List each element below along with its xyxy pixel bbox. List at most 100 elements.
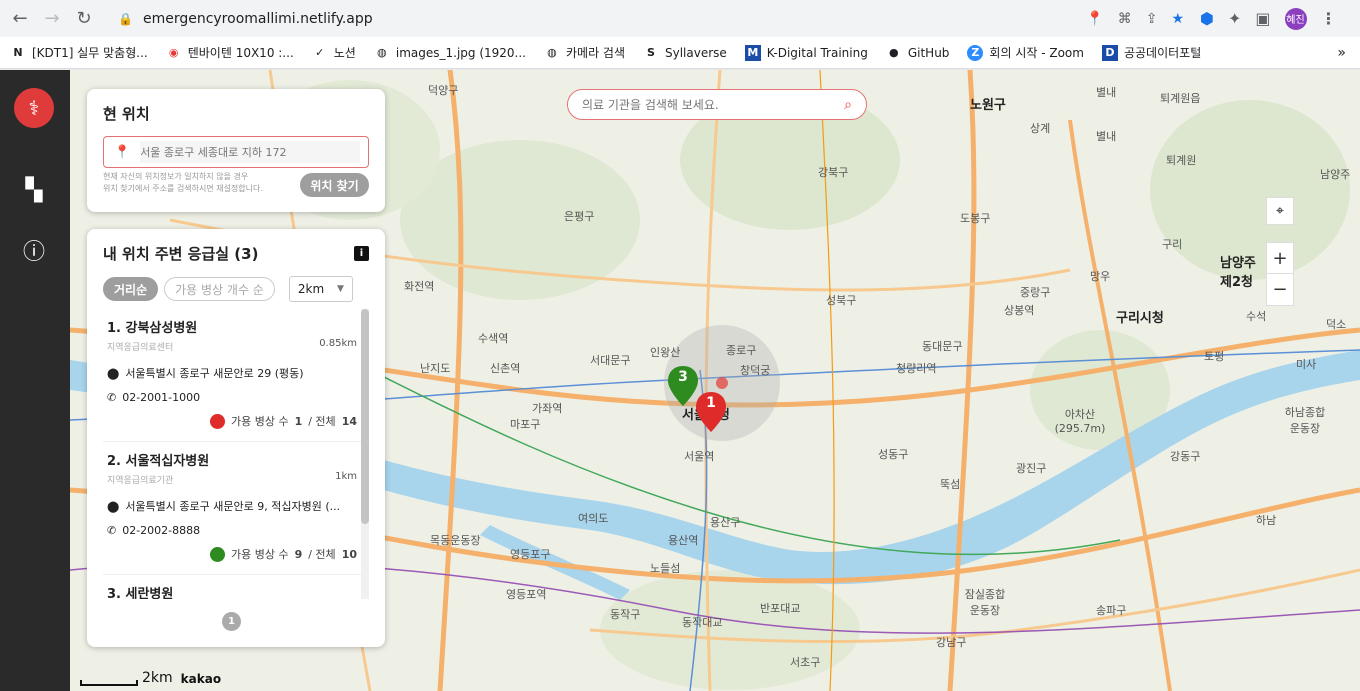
location-pin-icon[interactable]: 📍: [1086, 11, 1103, 27]
map-scale: 2km kakao: [80, 670, 221, 686]
address-bar[interactable]: 🔒 emergencyroomallimi.netlify.app 📍 ⌘ ⇪ …: [104, 4, 1192, 33]
profile-avatar[interactable]: 혜진: [1284, 7, 1307, 30]
er-type: 지역응급의료기관: [107, 476, 174, 486]
map-label: 서울역: [684, 450, 715, 463]
er-address-row: ⬤ 서울특별시 종로구 새문안로 29 (평동): [107, 366, 304, 381]
zoom-in-button[interactable]: +: [1267, 243, 1293, 274]
er-list-item[interactable]: 3. 세란병원: [103, 575, 361, 599]
reload-icon[interactable]: ↻: [70, 4, 98, 32]
map-label: 덕소: [1326, 318, 1347, 331]
hospital-search-box[interactable]: ⌕: [567, 89, 867, 120]
er-name: 2. 서울적십자병원: [107, 454, 210, 469]
map-label: 동대문구: [922, 340, 963, 353]
map-label: 하남: [1256, 514, 1277, 527]
zoom-out-button[interactable]: −: [1267, 274, 1293, 305]
map-label: 별내: [1096, 86, 1117, 99]
phone-icon: ✆: [107, 391, 117, 404]
hospital-search-input[interactable]: [582, 97, 845, 112]
back-icon[interactable]: ←: [6, 4, 34, 32]
er-list-item[interactable]: 1. 강북삼성병원 지역응급의료센터 0.85km ⬤ 서울특별시 종로구 새문안…: [103, 309, 361, 442]
map-label: 난지도: [420, 362, 451, 375]
zoom-control: + −: [1266, 242, 1294, 306]
map-pin-icon: ⬤: [107, 366, 120, 380]
sort-beds-button[interactable]: 가용 병상 개수 순: [164, 277, 275, 301]
more-bookmarks-icon[interactable]: »: [1337, 45, 1346, 61]
bookmark-item[interactable]: ◍ images_1.jpg (1920...: [374, 45, 526, 61]
info-circle-icon[interactable]: ⓘ: [20, 236, 48, 265]
kdt-icon: M: [744, 44, 761, 61]
er-phone-row: ✆ 02-2001-1000: [107, 391, 201, 404]
page-indicator[interactable]: 1: [222, 612, 241, 631]
map-label: 퇴계원읍: [1160, 92, 1201, 105]
map-pin-icon: ⬤: [107, 499, 120, 513]
marker-label: 3: [678, 369, 688, 385]
map-label: 인왕산: [650, 346, 681, 359]
map-label: 서대문구: [590, 354, 631, 367]
translate-icon[interactable]: ⌘: [1118, 11, 1132, 27]
map-label: 창덕궁: [740, 364, 771, 377]
map-label: 화전역: [404, 280, 435, 293]
map-label: 여의도: [578, 512, 609, 525]
share-icon[interactable]: ⇪: [1146, 11, 1158, 27]
bookmark-item[interactable]: ◍ 카메라 검색: [544, 44, 625, 61]
map-icon[interactable]: ▚: [20, 176, 48, 204]
map-label: 덕양구: [428, 84, 459, 97]
map-label: 영등포구: [510, 548, 551, 561]
map-label: 청량리역: [896, 362, 937, 375]
shield-extension-icon[interactable]: ⬢: [1200, 9, 1214, 28]
bookmark-item[interactable]: ✓ 노션: [312, 44, 356, 61]
address-input[interactable]: [140, 141, 361, 163]
bookmark-item[interactable]: ● GitHub: [886, 45, 949, 61]
browser-menu-icon[interactable]: ⋮: [1321, 9, 1337, 28]
sort-distance-button[interactable]: 거리순: [103, 277, 159, 301]
info-icon[interactable]: i: [354, 246, 369, 261]
extensions-icon[interactable]: ✦: [1228, 9, 1241, 28]
map-label: 토평: [1204, 350, 1225, 363]
distance-select[interactable]: 2km ▼: [288, 276, 353, 302]
marker-label: 1: [706, 395, 716, 411]
map-label: 강동구: [1170, 450, 1201, 463]
er-bed-status: 가용 병상 수 9 / 전체 10: [209, 546, 357, 562]
nearby-er-panel: 내 위치 주변 응급실 (3) i 거리순 가용 병상 개수 순 2km ▼ 1…: [87, 229, 385, 647]
panel-title: 현 위치: [103, 105, 150, 123]
github-icon: ●: [889, 46, 899, 59]
map-label: 동작구: [610, 608, 641, 621]
map-label: 남양주: [1320, 168, 1351, 181]
map-label: 상봉역: [1004, 304, 1035, 317]
map-label: 송파구: [1096, 604, 1127, 617]
er-distance: 0.85km: [319, 338, 357, 349]
side-panel-icon[interactable]: ▣: [1255, 9, 1270, 28]
bookmark-item[interactable]: S Syllaverse: [643, 45, 727, 61]
map-label: 노원구: [970, 98, 1006, 113]
map-label: 서초구: [790, 656, 821, 669]
forward-icon[interactable]: →: [38, 4, 66, 32]
map-label: 종로구: [726, 344, 757, 357]
search-icon[interactable]: ⌕: [844, 97, 852, 113]
map-label: 강남구: [936, 636, 967, 649]
bookmark-star-icon[interactable]: ★: [1171, 11, 1184, 27]
bookmark-item[interactable]: ◉ 텐바이텐 10X10 :...: [166, 44, 294, 61]
current-location-icon[interactable]: ⌖: [1266, 197, 1294, 225]
bookmark-item[interactable]: M K-Digital Training: [744, 44, 868, 61]
address-field[interactable]: 📍: [103, 136, 369, 168]
map-label: 용산역: [668, 534, 699, 547]
bookmark-item[interactable]: D 공공데이터포털: [1101, 44, 1201, 61]
er-marker-3[interactable]: 3: [668, 366, 698, 406]
panel-title: 내 위치 주변 응급실 (3): [103, 245, 259, 263]
er-marker-1[interactable]: 1: [696, 392, 726, 432]
scrollbar-thumb[interactable]: [361, 309, 369, 524]
map-label: 구리: [1162, 238, 1183, 251]
tenbyten-icon: ◉: [168, 46, 179, 59]
bookmarks-bar: N [KDT1] 실무 맞춤형... ◉ 텐바이텐 10X10 :... ✓ 노션 ◍…: [0, 37, 1360, 69]
map-label: 상계: [1030, 122, 1051, 135]
bookmark-item[interactable]: N [KDT1] 실무 맞춤형...: [10, 44, 147, 61]
er-name: 1. 강북삼성병원: [107, 321, 198, 336]
map-label: 아차산 (295.7m): [1054, 408, 1106, 435]
phone-icon: ✆: [107, 524, 117, 537]
caduceus-logo-icon[interactable]: ⚕: [14, 88, 54, 128]
bookmark-item[interactable]: Z 회의 시작 - Zoom: [967, 44, 1084, 61]
map-label: 영등포역: [506, 588, 547, 601]
list-scrollbar[interactable]: [361, 309, 369, 599]
er-list-item[interactable]: 2. 서울적십자병원 지역응급의료기관 1km ⬤ 서울특별시 종로구 새문안로 …: [103, 442, 361, 575]
find-location-button[interactable]: 위치 찾기: [300, 173, 369, 197]
